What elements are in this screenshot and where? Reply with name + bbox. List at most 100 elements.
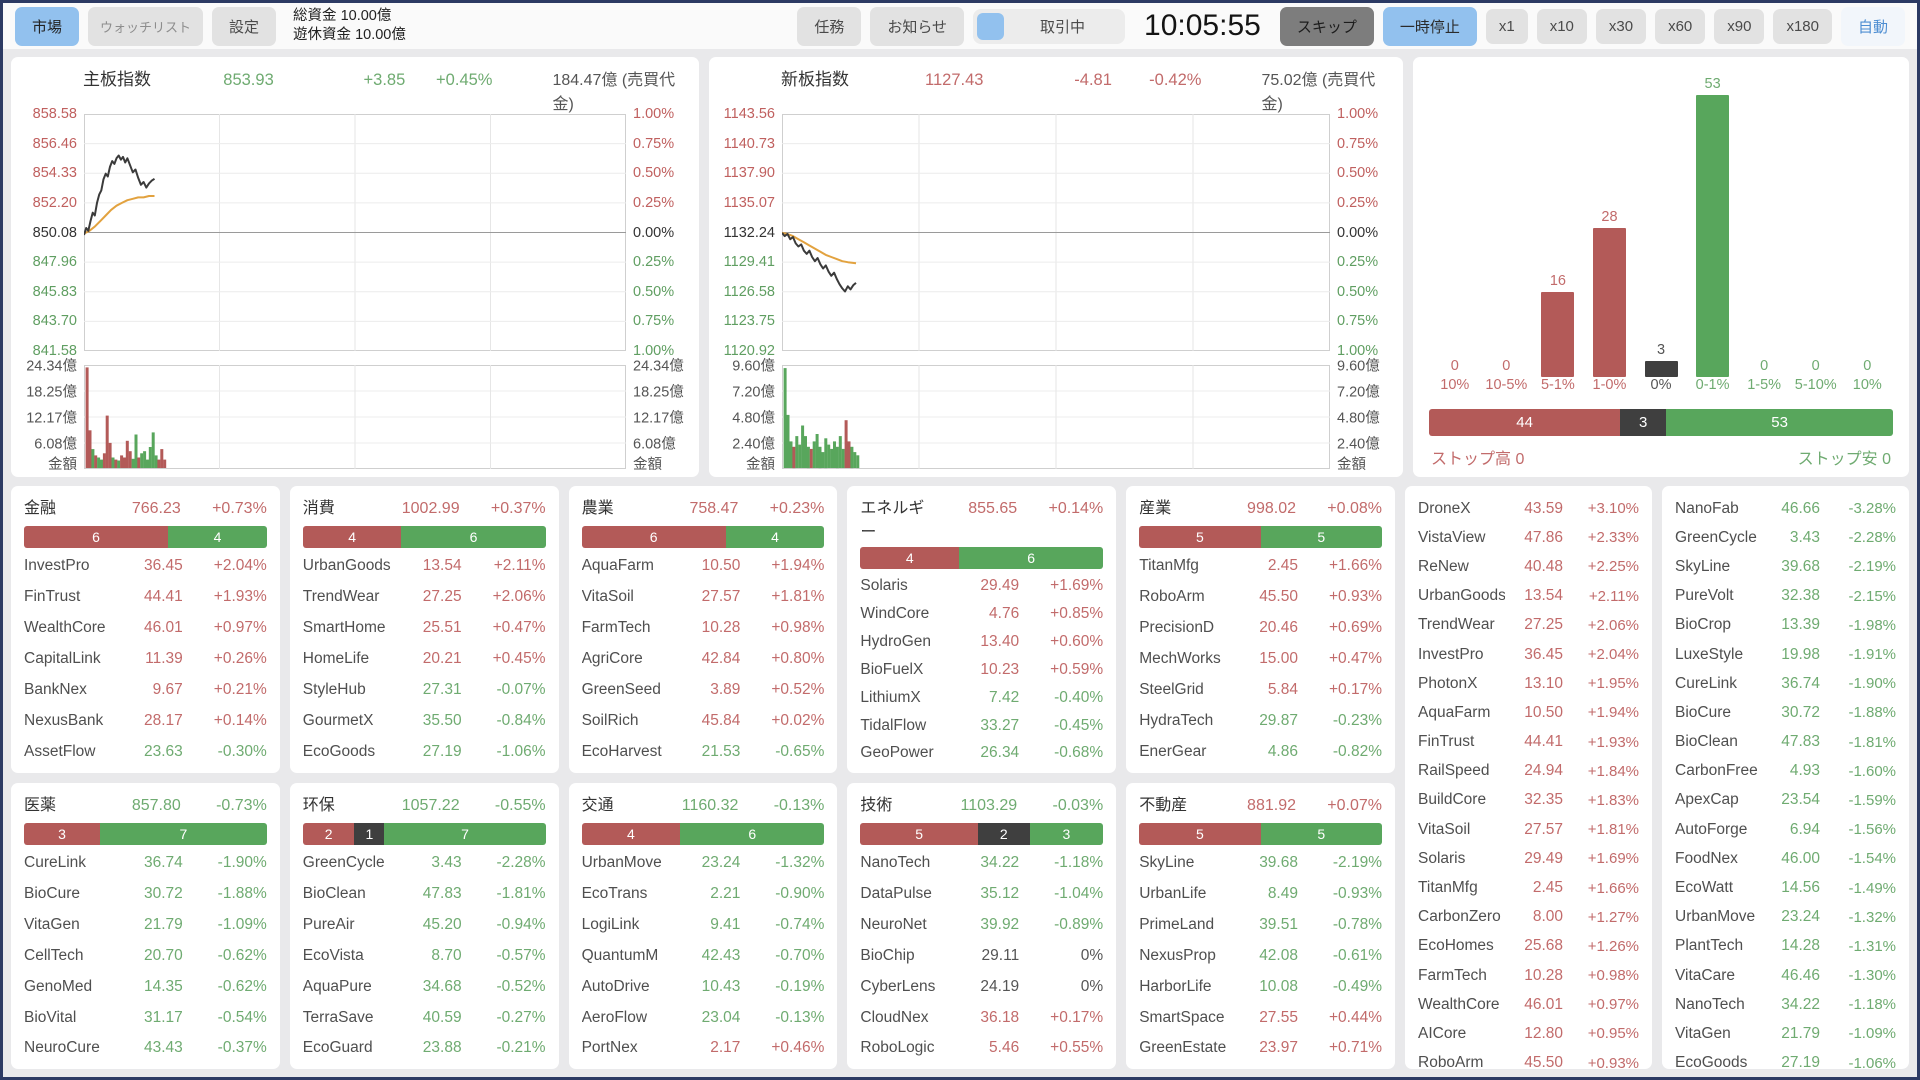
loser-row[interactable]: FoodNex46.00-1.54%	[1675, 844, 1896, 873]
stock-row[interactable]: AeroFlow23.04-0.13%	[582, 1002, 825, 1033]
stock-row[interactable]: BioVital31.17-0.54%	[24, 1002, 267, 1033]
gainer-row[interactable]: EcoHomes25.68+1.26%	[1418, 932, 1639, 961]
stock-row[interactable]: TidalFlow33.27-0.45%	[860, 712, 1103, 740]
stock-row[interactable]: RoboLogic5.46+0.55%	[860, 1033, 1103, 1064]
loser-row[interactable]: EcoGoods27.19-1.06%	[1675, 1049, 1896, 1069]
stock-row[interactable]: UrbanMove23.24-1.32%	[582, 848, 825, 879]
stock-row[interactable]: TitanMfg2.45+1.66%	[1139, 551, 1382, 582]
gainer-row[interactable]: VistaView47.86+2.33%	[1418, 523, 1639, 552]
stock-row[interactable]: EcoTrans2.21-0.90%	[582, 878, 825, 909]
loser-row[interactable]: PlantTech14.28-1.31%	[1675, 932, 1896, 961]
notifications-button[interactable]: お知らせ	[870, 7, 964, 46]
stock-row[interactable]: EcoVista8.70-0.57%	[303, 940, 546, 971]
speed-x180-button[interactable]: x180	[1773, 9, 1832, 44]
sector-tile-農業[interactable]: 農業758.47+0.23%64AquaFarm10.50+1.94%VitaS…	[569, 486, 838, 773]
stock-row[interactable]: HomeLife20.21+0.45%	[303, 644, 546, 675]
stock-row[interactable]: StyleHub27.31-0.07%	[303, 675, 546, 706]
sector-tile-医薬[interactable]: 医薬857.80-0.73%37CureLink36.74-1.90%BioCu…	[11, 783, 280, 1070]
stock-row[interactable]: NeuroNet39.92-0.89%	[860, 909, 1103, 940]
stock-row[interactable]: MechWorks15.00+0.47%	[1139, 644, 1382, 675]
stock-row[interactable]: PrecisionD20.46+0.69%	[1139, 613, 1382, 644]
speed-x10-button[interactable]: x10	[1537, 9, 1587, 44]
stock-row[interactable]: Solaris29.49+1.69%	[860, 572, 1103, 600]
stock-row[interactable]: AutoDrive10.43-0.19%	[582, 971, 825, 1002]
speed-x30-button[interactable]: x30	[1596, 9, 1646, 44]
stock-row[interactable]: CureLink36.74-1.90%	[24, 848, 267, 879]
loser-row[interactable]: NanoTech34.22-1.18%	[1675, 990, 1896, 1019]
loser-row[interactable]: EcoWatt14.56-1.49%	[1675, 873, 1896, 902]
gainer-row[interactable]: DroneX43.59+3.10%	[1418, 494, 1639, 523]
stock-row[interactable]: SoilRich45.84+0.02%	[582, 706, 825, 737]
stock-row[interactable]: CapitalLink11.39+0.26%	[24, 644, 267, 675]
stock-row[interactable]: RoboArm45.50+0.93%	[1139, 582, 1382, 613]
stock-row[interactable]: SmartHome25.51+0.47%	[303, 613, 546, 644]
stock-row[interactable]: HarborLife10.08-0.49%	[1139, 971, 1382, 1002]
pause-button[interactable]: 一時停止	[1383, 7, 1477, 46]
loser-row[interactable]: CureLink36.74-1.90%	[1675, 669, 1896, 698]
stock-row[interactable]: TrendWear27.25+2.06%	[303, 582, 546, 613]
sector-tile-産業[interactable]: 産業998.02+0.08%55TitanMfg2.45+1.66%RoboAr…	[1126, 486, 1395, 773]
stock-row[interactable]: AquaFarm10.50+1.94%	[582, 551, 825, 582]
stock-row[interactable]: LogiLink9.41-0.74%	[582, 909, 825, 940]
loser-row[interactable]: VitaCare46.46-1.30%	[1675, 961, 1896, 990]
stock-row[interactable]: EcoGoods27.19-1.06%	[303, 737, 546, 768]
loser-row[interactable]: LuxeStyle19.98-1.91%	[1675, 640, 1896, 669]
gainer-row[interactable]: UrbanGoods13.54+2.11%	[1418, 582, 1639, 611]
stock-row[interactable]: PrimeLand39.51-0.78%	[1139, 909, 1382, 940]
loser-row[interactable]: AutoForge6.94-1.56%	[1675, 815, 1896, 844]
stock-row[interactable]: HydraTech29.87-0.23%	[1139, 706, 1382, 737]
speed-x1-button[interactable]: x1	[1486, 9, 1528, 44]
stock-row[interactable]: AssetFlow23.63-0.30%	[24, 737, 267, 768]
stock-row[interactable]: VitaSoil27.57+1.81%	[582, 582, 825, 613]
stock-row[interactable]: BioCure30.72-1.88%	[24, 878, 267, 909]
stock-row[interactable]: InvestPro36.45+2.04%	[24, 551, 267, 582]
gainer-row[interactable]: FarmTech10.28+0.98%	[1418, 961, 1639, 990]
gainer-row[interactable]: AICore12.80+0.95%	[1418, 1019, 1639, 1048]
stock-row[interactable]: EcoGuard23.88-0.21%	[303, 1033, 546, 1064]
stock-row[interactable]: NeuroCure43.43-0.37%	[24, 1033, 267, 1064]
gainer-row[interactable]: AquaFarm10.50+1.94%	[1418, 698, 1639, 727]
stock-row[interactable]: GeoPower26.34-0.68%	[860, 740, 1103, 768]
stock-row[interactable]: AgriCore42.84+0.80%	[582, 644, 825, 675]
loser-row[interactable]: BioClean47.83-1.81%	[1675, 728, 1896, 757]
stock-row[interactable]: BioChip29.110%	[860, 940, 1103, 971]
stock-row[interactable]: CyberLens24.190%	[860, 971, 1103, 1002]
stock-row[interactable]: DataPulse35.12-1.04%	[860, 878, 1103, 909]
loser-row[interactable]: SkyLine39.68-2.19%	[1675, 552, 1896, 581]
gainer-row[interactable]: BuildCore32.35+1.83%	[1418, 786, 1639, 815]
stock-row[interactable]: BioFuelX10.23+0.59%	[860, 656, 1103, 684]
gainer-row[interactable]: RoboArm45.50+0.93%	[1418, 1049, 1639, 1069]
gainer-row[interactable]: VitaSoil27.57+1.81%	[1418, 815, 1639, 844]
stock-row[interactable]: WindCore4.76+0.85%	[860, 600, 1103, 628]
gainer-row[interactable]: CarbonZero8.00+1.27%	[1418, 903, 1639, 932]
sector-tile-交通[interactable]: 交通1160.32-0.13%46UrbanMove23.24-1.32%Eco…	[569, 783, 838, 1070]
tab-market[interactable]: 市場	[15, 7, 79, 46]
sector-tile-环保[interactable]: 环保1057.22-0.55%217GreenCycle3.43-2.28%Bi…	[290, 783, 559, 1070]
stock-row[interactable]: LithiumX7.42-0.40%	[860, 684, 1103, 712]
stock-row[interactable]: EcoHarvest21.53-0.65%	[582, 737, 825, 768]
gainer-row[interactable]: FinTrust44.41+1.93%	[1418, 728, 1639, 757]
stock-row[interactable]: PortNex2.17+0.46%	[582, 1033, 825, 1064]
gainer-row[interactable]: ReNew40.48+2.25%	[1418, 552, 1639, 581]
loser-row[interactable]: UrbanMove23.24-1.32%	[1675, 903, 1896, 932]
stock-row[interactable]: FinTrust44.41+1.93%	[24, 582, 267, 613]
tab-watchlist[interactable]: ウォッチリスト	[88, 7, 203, 46]
stock-row[interactable]: GreenSeed3.89+0.52%	[582, 675, 825, 706]
gainer-row[interactable]: RailSpeed24.94+1.84%	[1418, 757, 1639, 786]
stock-row[interactable]: SkyLine39.68-2.19%	[1139, 848, 1382, 879]
gainer-row[interactable]: TrendWear27.25+2.06%	[1418, 611, 1639, 640]
stock-row[interactable]: TerraSave40.59-0.27%	[303, 1002, 546, 1033]
stock-row[interactable]: GreenCycle3.43-2.28%	[303, 848, 546, 879]
loser-row[interactable]: NanoFab46.66-3.28%	[1675, 494, 1896, 523]
stock-row[interactable]: UrbanLife8.49-0.93%	[1139, 878, 1382, 909]
stock-row[interactable]: WealthCore46.01+0.97%	[24, 613, 267, 644]
stock-row[interactable]: GourmetX35.50-0.84%	[303, 706, 546, 737]
speed-x60-button[interactable]: x60	[1655, 9, 1705, 44]
loser-row[interactable]: VitaGen21.79-1.09%	[1675, 1019, 1896, 1048]
auto-button[interactable]: 自動	[1841, 7, 1905, 46]
stock-row[interactable]: NexusBank28.17+0.14%	[24, 706, 267, 737]
stock-row[interactable]: PureAir45.20-0.94%	[303, 909, 546, 940]
stock-row[interactable]: QuantumM42.43-0.70%	[582, 940, 825, 971]
loser-row[interactable]: CarbonFree4.93-1.60%	[1675, 757, 1896, 786]
skip-button[interactable]: スキップ	[1280, 7, 1374, 46]
